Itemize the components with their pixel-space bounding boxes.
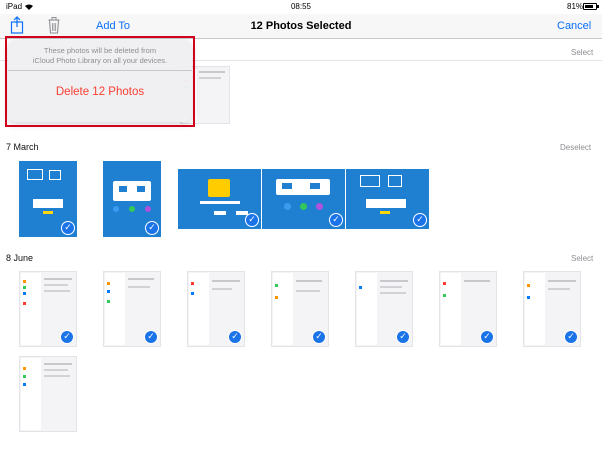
section-date-march: 7 March xyxy=(6,142,39,152)
battery-level-fill xyxy=(585,5,594,8)
section-select-button[interactable]: Select xyxy=(571,48,593,57)
selected-check-icon: ✓ xyxy=(564,330,578,344)
page-title: 12 Photos Selected xyxy=(250,20,352,32)
selected-check-icon: ✓ xyxy=(413,213,427,227)
selected-check-icon: ✓ xyxy=(60,330,74,344)
photo-thumbnail[interactable]: ✓ xyxy=(355,271,413,347)
selected-check-icon: ✓ xyxy=(245,213,259,227)
photo-thumbnail[interactable]: ✓ xyxy=(19,161,77,237)
photo-thumbnail[interactable]: ✓ xyxy=(271,271,329,347)
battery-icon xyxy=(583,3,597,10)
photo-thumbnail[interactable]: ✓ xyxy=(103,271,161,347)
selected-check-icon: ✓ xyxy=(144,330,158,344)
section-select-button[interactable]: Select xyxy=(571,254,593,263)
photo-thumbnail[interactable]: ✓ xyxy=(187,271,245,347)
section-deselect-button[interactable]: Deselect xyxy=(560,143,591,152)
selected-check-icon: ✓ xyxy=(228,330,242,344)
photo-thumbnail[interactable]: ✓ xyxy=(178,169,261,229)
photo-thumbnail[interactable]: ✓ xyxy=(103,161,161,237)
photo-thumbnail[interactable] xyxy=(19,356,77,432)
cancel-button[interactable]: Cancel xyxy=(557,20,591,32)
status-bar: iPad 08:55 81% xyxy=(0,0,602,14)
selected-check-icon: ✓ xyxy=(396,330,410,344)
selected-check-icon: ✓ xyxy=(480,330,494,344)
photo-thumbnail[interactable]: ✓ xyxy=(346,169,429,229)
photo-thumbnail[interactable]: ✓ xyxy=(262,169,345,229)
selected-check-icon: ✓ xyxy=(61,221,75,235)
selected-check-icon: ✓ xyxy=(145,221,159,235)
selected-check-icon: ✓ xyxy=(329,213,343,227)
selected-check-icon: ✓ xyxy=(312,330,326,344)
battery-percentage: 81% xyxy=(567,2,584,11)
photo-thumbnail[interactable]: ✓ xyxy=(19,271,77,347)
highlight-annotation-box xyxy=(5,36,195,127)
photo-thumbnail[interactable]: ✓ xyxy=(439,271,497,347)
photo-thumbnail[interactable]: ✓ xyxy=(523,271,581,347)
section-date-june: 8 June xyxy=(6,253,34,263)
bottom-fade xyxy=(0,444,602,450)
status-time: 08:55 xyxy=(290,2,312,11)
battery-tip xyxy=(597,5,599,8)
